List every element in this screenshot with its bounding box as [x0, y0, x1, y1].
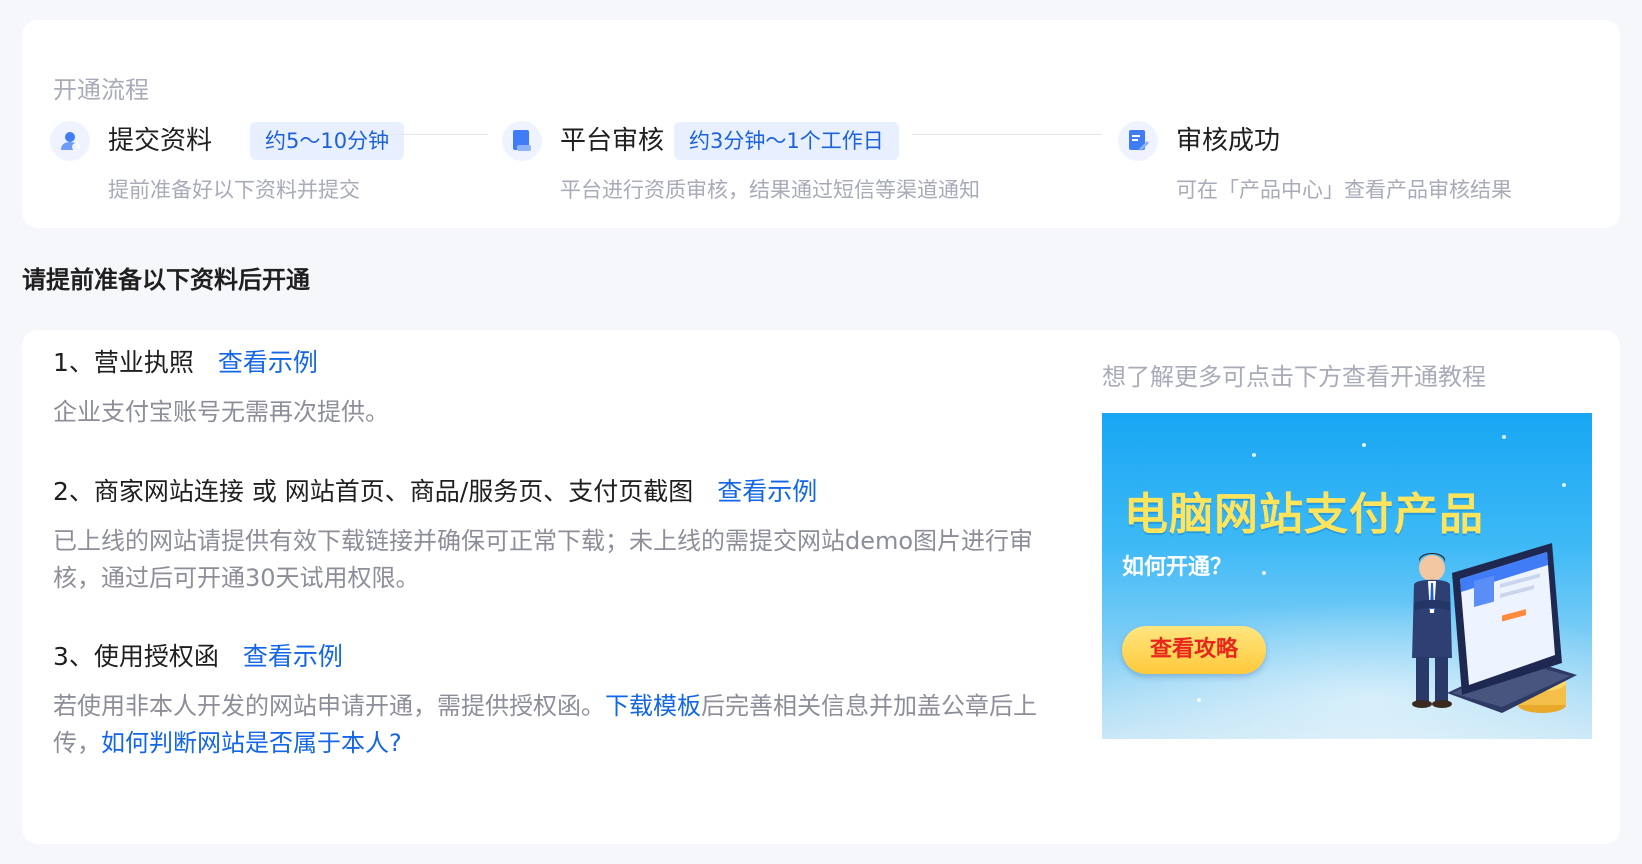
step-duration-badge: 约3分钟～1个工作日 — [674, 122, 899, 160]
tutorial-banner[interactable]: 电脑网站支付产品 如何开通？ 查看攻略 — [1102, 413, 1592, 739]
user-icon — [50, 121, 90, 161]
process-card: 开通流程 提交资料 约5～10分钟 提前准备好以下资料并提交 平台审核 约3分钟… — [22, 20, 1620, 228]
document-icon — [502, 121, 542, 161]
view-example-link[interactable]: 查看示例 — [243, 642, 343, 671]
requirement-desc: 已上线的网站请提供有效下载链接并确保可正常下载；未上线的需提交网站demo图片进… — [53, 527, 1034, 592]
step-desc: 可在「产品中心」查看产品审核结果 — [1176, 178, 1512, 202]
businessman-laptop-illustration — [1412, 543, 1577, 713]
materials-heading: 请提前准备以下资料后开通 — [22, 266, 310, 294]
materials-card: 1、营业执照 查看示例 企业支付宝账号无需再次提供。 2、商家网站连接 或 网站… — [22, 330, 1620, 844]
requirement-title-text: 2、商家网站连接 或 网站首页、商品/服务页、支付页截图 — [53, 477, 694, 506]
requirement-title-text: 1、营业执照 — [53, 348, 194, 377]
step-review: 平台审核 约3分钟～1个工作日 平台进行资质审核，结果通过短信等渠道通知 — [502, 120, 1102, 220]
step-success: 审核成功 可在「产品中心」查看产品审核结果 — [1118, 120, 1598, 220]
document-check-icon — [1118, 121, 1158, 161]
view-guide-button[interactable]: 查看攻略 — [1122, 626, 1266, 674]
process-title: 开通流程 — [53, 76, 149, 104]
requirement-title-text: 3、使用授权函 — [53, 642, 219, 671]
tutorial-hint: 想了解更多可点击下方查看开通教程 — [1102, 363, 1486, 391]
sparkle-icon — [1262, 571, 1266, 575]
requirement-business-license: 1、营业执照 查看示例 企业支付宝账号无需再次提供。 — [53, 344, 1043, 431]
banner-subtitle: 如何开通？ — [1122, 555, 1233, 580]
requirement-title: 2、商家网站连接 或 网站首页、商品/服务页、支付页截图 查看示例 — [53, 473, 1043, 511]
view-example-link[interactable]: 查看示例 — [717, 477, 817, 506]
sparkle-icon — [1197, 698, 1201, 702]
step-name: 提交资料 — [108, 126, 213, 156]
download-template-link[interactable]: 下载模板 — [605, 692, 701, 720]
sparkle-icon — [1252, 453, 1256, 457]
step-connector — [386, 134, 488, 135]
sparkle-icon — [1362, 443, 1366, 447]
step-desc: 提前准备好以下资料并提交 — [108, 178, 360, 202]
page: 开通流程 提交资料 约5～10分钟 提前准备好以下资料并提交 平台审核 约3分钟… — [0, 0, 1642, 864]
step-name: 平台审核 — [560, 126, 665, 156]
step-submit: 提交资料 约5～10分钟 提前准备好以下资料并提交 — [50, 120, 510, 220]
requirement-website: 2、商家网站连接 或 网站首页、商品/服务页、支付页截图 查看示例 已上线的网站… — [53, 473, 1043, 597]
step-duration-badge: 约5～10分钟 — [250, 122, 405, 160]
requirement-desc: 企业支付宝账号无需再次提供。 — [53, 398, 389, 426]
requirement-title: 3、使用授权函 查看示例 — [53, 638, 1043, 676]
requirement-authorization: 3、使用授权函 查看示例 若使用非本人开发的网站申请开通，需提供授权函。下载模板… — [53, 638, 1043, 762]
step-connector — [912, 134, 1102, 135]
step-desc: 平台进行资质审核，结果通过短信等渠道通知 — [560, 178, 980, 202]
view-example-link[interactable]: 查看示例 — [218, 348, 318, 377]
step-name: 审核成功 — [1176, 126, 1281, 156]
requirement-desc: 若使用非本人开发的网站申请开通，需提供授权函。下载模板后完善相关信息并加盖公章后… — [53, 688, 1043, 762]
ownership-help-link[interactable]: 如何判断网站是否属于本人? — [101, 729, 402, 757]
desc-text: 若使用非本人开发的网站申请开通，需提供授权函。 — [53, 692, 605, 720]
requirement-title: 1、营业执照 查看示例 — [53, 344, 1043, 382]
